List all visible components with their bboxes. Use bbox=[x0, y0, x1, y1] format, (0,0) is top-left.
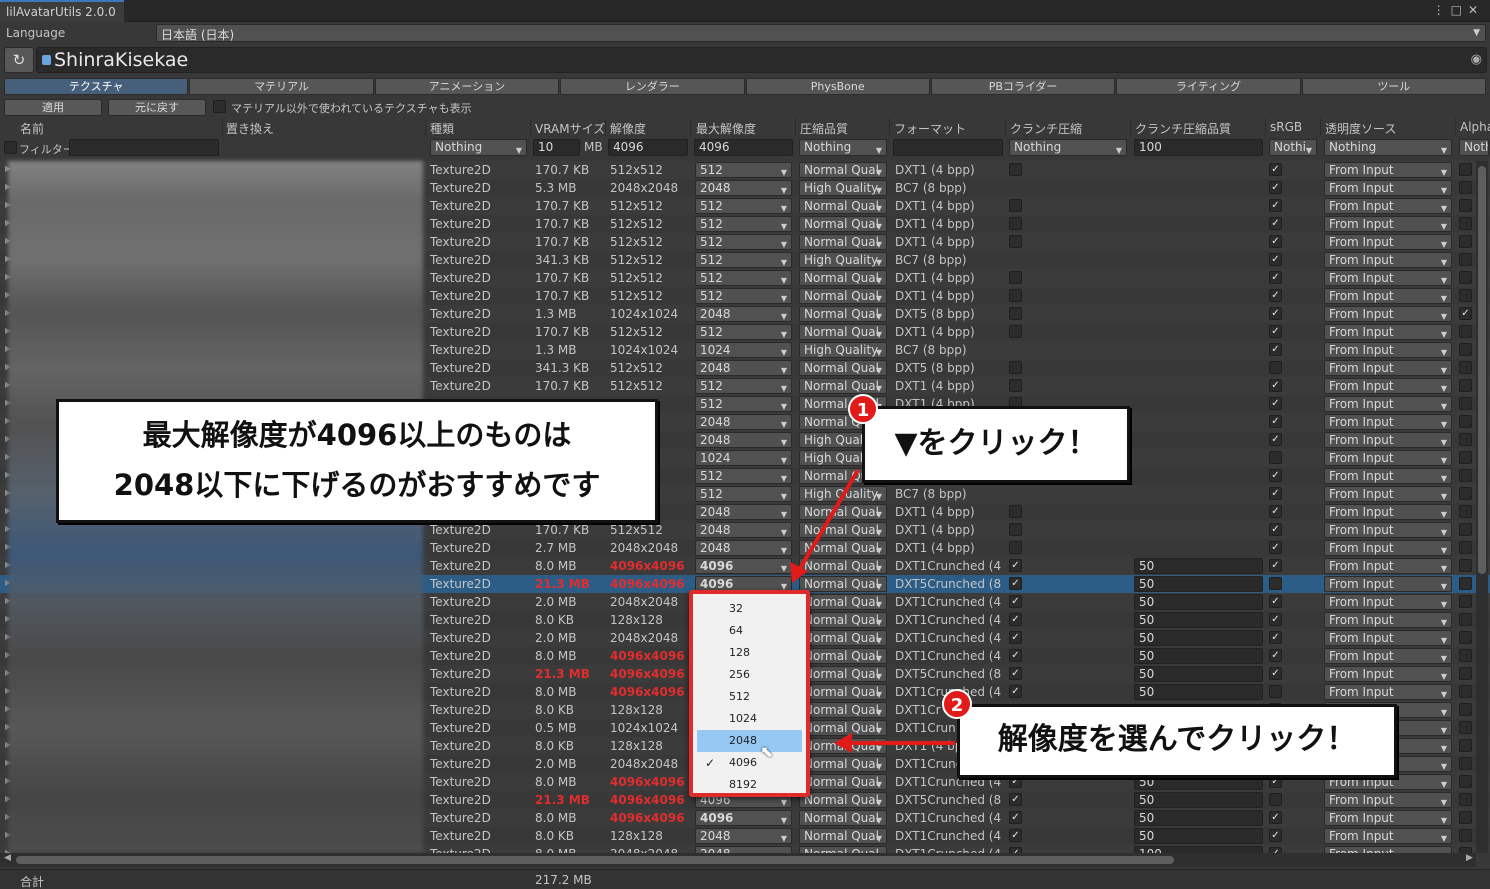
step1-arrowhead bbox=[790, 562, 808, 583]
advice-line-1: 最大解像度が4096以上のものは bbox=[142, 418, 572, 452]
step1-arrow bbox=[796, 468, 860, 574]
step1-badge: 1 bbox=[848, 394, 878, 424]
step1-callout: ▼をクリック！ bbox=[862, 406, 1130, 483]
step2-callout: 解像度を選んでクリック！ bbox=[957, 704, 1397, 778]
advice-line-2: 2048以下に下げるのがおすすめです bbox=[113, 468, 601, 502]
step2-arrowhead bbox=[834, 733, 852, 753]
step2-badge: 2 bbox=[942, 689, 972, 719]
advice-callout: 最大解像度が4096以上のものは 2048以下に下げるのがおすすめです bbox=[56, 399, 658, 523]
